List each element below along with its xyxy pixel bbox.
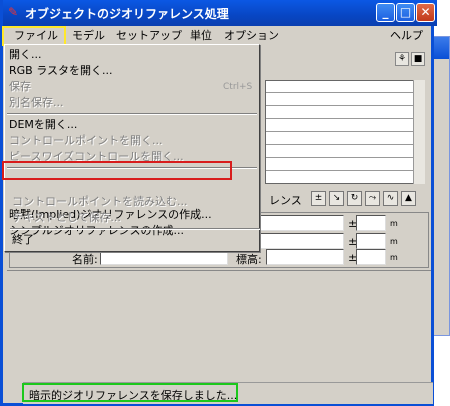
grid-scrollbar[interactable] [413,80,425,184]
error-x-field[interactable] [356,215,386,231]
rotate-point-icon[interactable]: ↻ [347,191,362,206]
file-menu-highlight [2,26,66,46]
terrain-icon[interactable]: ▲ [401,191,416,206]
control-point-grid[interactable] [265,80,425,184]
close-button[interactable]: ✕ [416,3,435,22]
menu-options[interactable]: オプション [221,28,282,44]
minimize-button[interactable]: _ [376,3,395,22]
grid-row [266,159,424,171]
maximize-button[interactable]: □ [396,3,415,22]
reference-toolbar: レンス ± ↘ ↻ ⤳ ∿ ▲ [265,190,431,208]
grid-row [266,107,424,119]
elevation-label: 標高: [236,253,262,266]
unit-label: m [390,253,398,262]
grid-row [266,81,424,93]
network-icon[interactable]: ⚘ [395,52,409,66]
window-title: オブジェクトのジオリファレンス処理 [25,7,229,21]
grid-row [266,133,424,145]
menu-bar: ファイル モデル セットアップ 単位 オプション ヘルプ [3,26,431,46]
square-tool-icon[interactable]: ■ [411,52,425,66]
snap-point-icon[interactable]: ⤳ [365,191,380,206]
menu-setup[interactable]: セットアップ [113,28,185,44]
unit-label: m [390,237,398,246]
status-highlight [22,383,238,402]
move-point-icon[interactable]: ↘ [329,191,344,206]
reference-label: レンス [269,194,302,207]
toolbar: ⚘ ■ [265,46,431,74]
grid-row [266,146,424,158]
menu-units[interactable]: 単位 [187,28,215,44]
add-point-icon[interactable]: ± [311,191,326,206]
menu-model[interactable]: モデル [69,28,108,44]
unit-label: m [390,219,398,228]
implied-item-highlight [2,161,232,180]
file-menu-overlay [4,44,260,250]
grid-row [266,120,424,132]
menu-help[interactable]: ヘルプ [387,28,426,44]
name-label: 名前: [72,253,98,266]
error-y-field[interactable] [356,233,386,249]
elevation-field[interactable] [266,249,344,265]
link-point-icon[interactable]: ∿ [383,191,398,206]
app-icon: ✎ [8,5,19,19]
elevation-error-field[interactable] [356,249,386,265]
title-bar: ✎ オブジェクトのジオリファレンス処理 _ □ ✕ [3,0,437,26]
grid-row [266,94,424,106]
view-area [7,270,431,378]
